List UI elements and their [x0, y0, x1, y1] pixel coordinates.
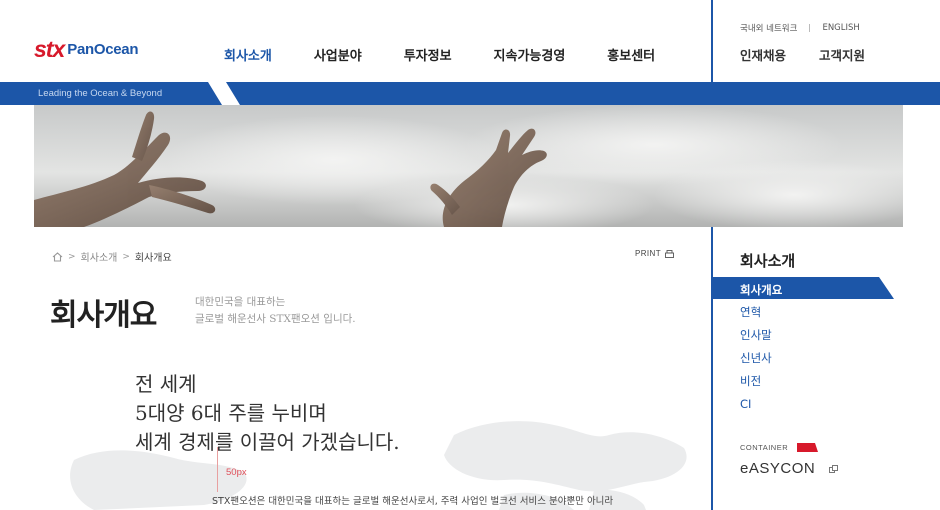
home-icon[interactable] — [52, 251, 63, 262]
nav-item-investor[interactable]: 투자정보 — [404, 45, 452, 64]
page-subtitle: 대한민국을 대표하는 글로벌 해운선사 STX팬오션 입니다. — [195, 294, 356, 328]
breadcrumb: > 회사소개 > 회사개요 — [52, 249, 172, 264]
slogan-line: 5대양 6대 주를 누비며 — [135, 401, 327, 425]
lnb-item-ci[interactable]: CI — [740, 397, 772, 420]
slogan: 전 세계 5대양 6대 주를 누비며 세계 경제를 이끌어 가겠습니다. — [135, 370, 400, 457]
lnb-item-new-year-address[interactable]: 신년사 — [740, 351, 772, 374]
hero-banner-hands — [34, 105, 903, 227]
slogan-line: 세계 경제를 이끌어 가겠습니다. — [135, 430, 400, 454]
container-flag-icon — [797, 443, 818, 452]
logo-stx-mark: stx — [34, 36, 65, 62]
slogan-line: 전 세계 — [135, 372, 197, 396]
container-label: CONTAINER — [740, 443, 789, 452]
logo-wordmark: PanOcean — [67, 41, 139, 58]
nav-item-company[interactable]: 회사소개 — [224, 45, 272, 64]
english-link[interactable]: ENGLISH — [822, 23, 859, 33]
utility-separator — [809, 24, 811, 32]
utility-links: 국내외 네트워크 ENGLISH — [740, 22, 860, 34]
spacing-marker-label: 50px — [226, 467, 247, 478]
print-button[interactable]: PRINT — [635, 249, 674, 258]
utility-main-links: 인재채용 고객지원 — [740, 45, 898, 64]
customer-support-link[interactable]: 고객지원 — [819, 45, 865, 64]
lnb-item-history[interactable]: 연혁 — [740, 305, 772, 328]
breadcrumb-separator: > — [68, 251, 76, 262]
page-title: 회사개요 — [50, 298, 157, 333]
external-link-icon[interactable] — [829, 465, 838, 473]
network-link[interactable]: 국내외 네트워크 — [740, 22, 797, 34]
body-text: STX팬오션은 대한민국을 대표하는 글로벌 해운선사로서, 주력 사업인 벌크… — [212, 496, 614, 507]
lnb-title: 회사소개 — [740, 252, 796, 270]
lnb-item-greeting[interactable]: 인사말 — [740, 328, 772, 351]
spacing-marker-line — [217, 447, 218, 492]
global-nav: 회사소개 사업분야 투자정보 지속가능경영 홍보센터 — [224, 45, 697, 64]
breadcrumb-item-company[interactable]: 회사소개 — [81, 249, 118, 264]
nav-item-pr-center[interactable]: 홍보센터 — [607, 45, 655, 64]
print-label: PRINT — [635, 249, 661, 258]
printer-icon — [665, 249, 674, 258]
lnb-item-vision[interactable]: 비전 — [740, 374, 772, 397]
nav-item-sustainability[interactable]: 지속가능경영 — [494, 45, 566, 64]
rail-divider — [711, 227, 713, 510]
nav-item-business[interactable]: 사업분야 — [314, 45, 362, 64]
breadcrumb-separator: > — [122, 251, 130, 262]
stxpanocean-logo[interactable]: stx PanOcean — [34, 36, 139, 62]
header-divider — [711, 0, 713, 82]
easycon-logo[interactable]: eASYCON — [740, 460, 815, 477]
tagline: Leading the Ocean & Beyond — [38, 88, 163, 99]
recruit-link[interactable]: 인재채용 — [740, 45, 786, 64]
lnb-item-company-overview[interactable]: 회사개요 — [740, 282, 782, 298]
page-subtitle-line: 대한민국을 대표하는 — [195, 296, 286, 308]
lnb-list: 연혁 인사말 신년사 비전 CI — [740, 305, 772, 420]
breadcrumb-item-current: 회사개요 — [134, 253, 172, 264]
page-subtitle-line: 글로벌 해운선사 STX팬오션 입니다. — [195, 313, 356, 325]
